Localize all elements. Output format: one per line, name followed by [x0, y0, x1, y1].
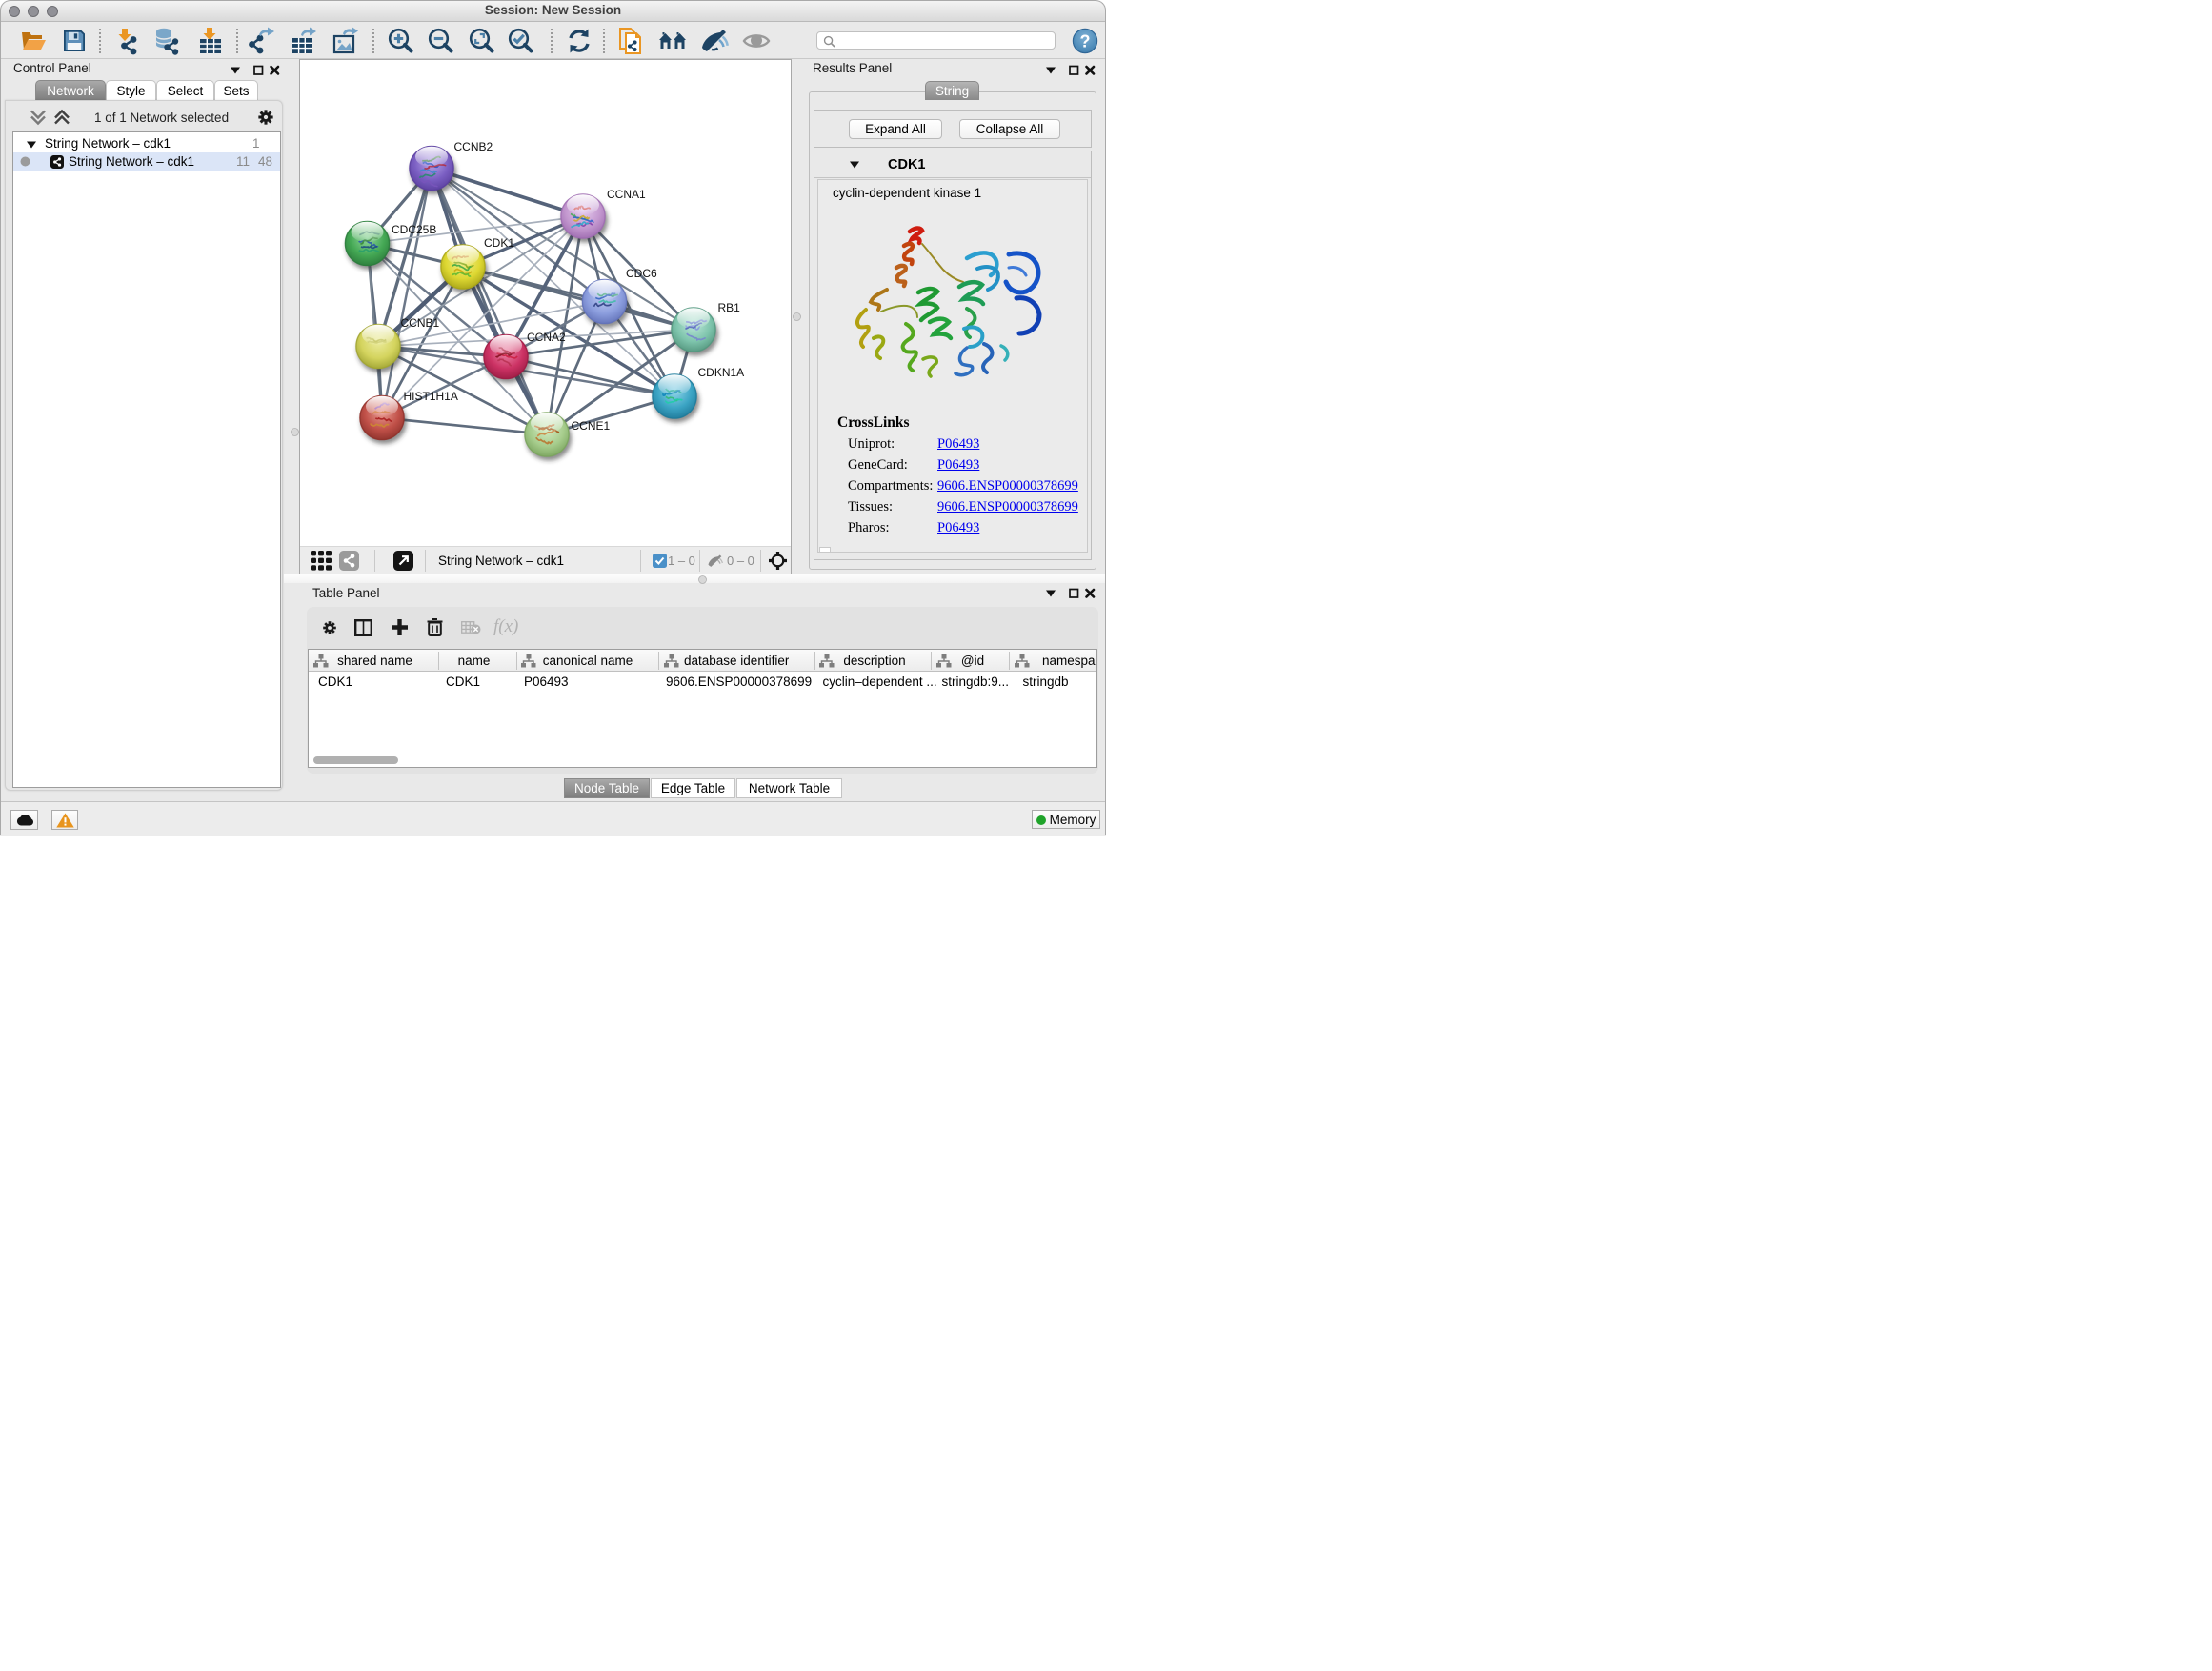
svg-text:?: ? [1080, 32, 1091, 51]
